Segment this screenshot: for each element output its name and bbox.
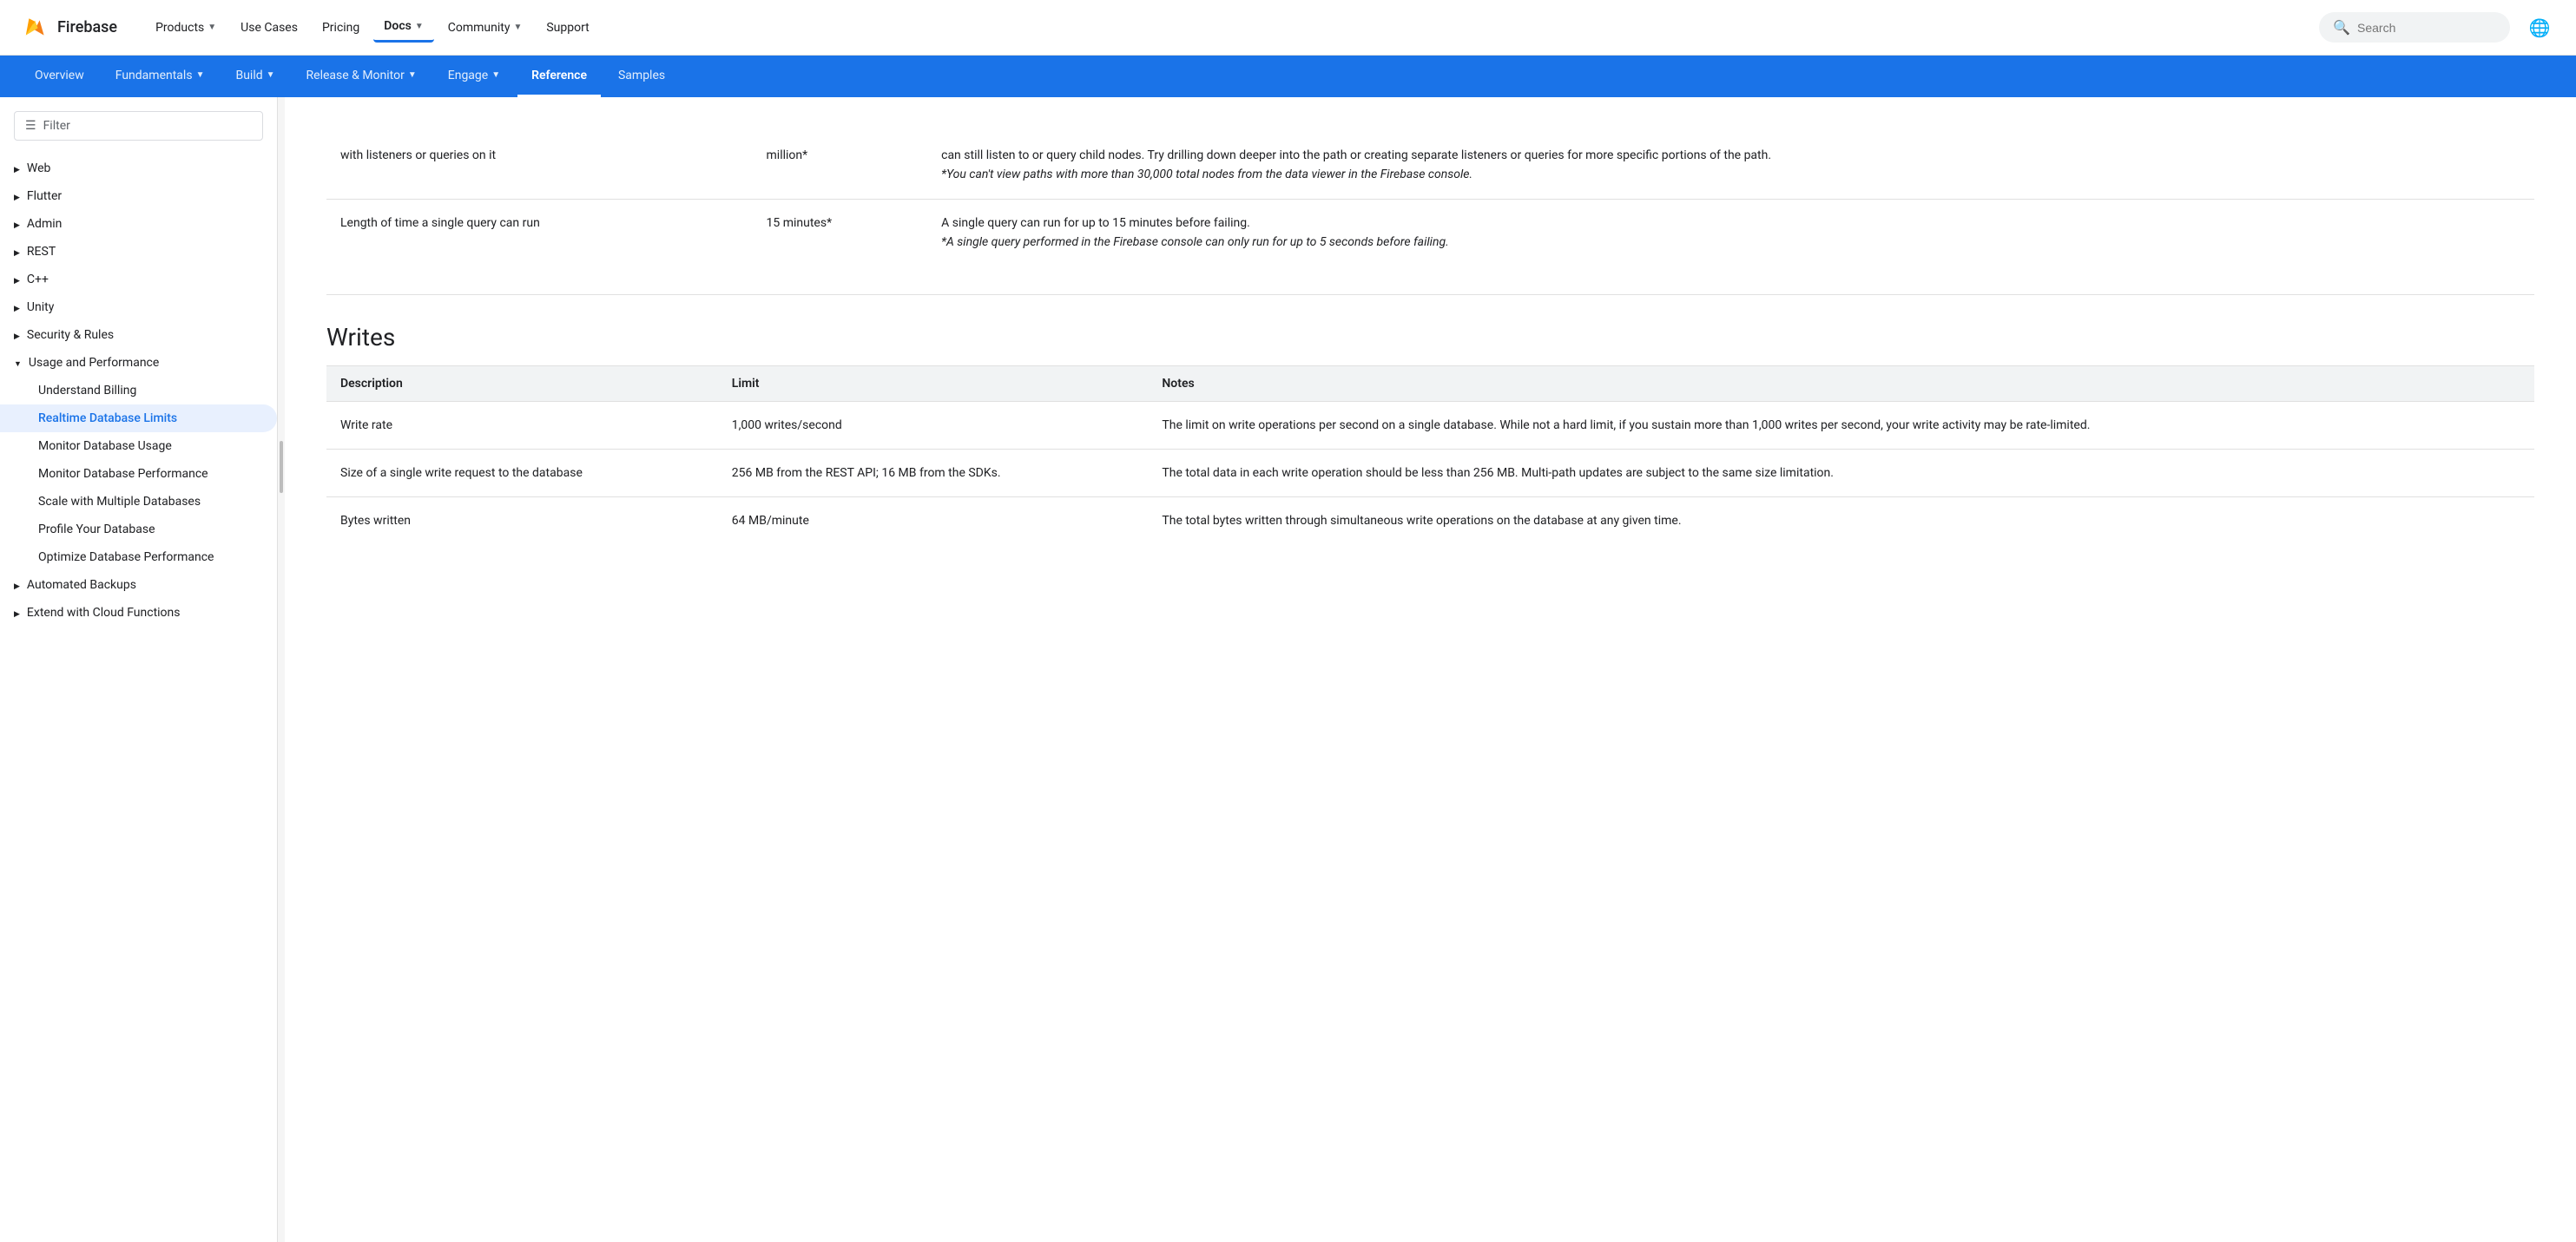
products-chevron-icon: ▼ bbox=[208, 23, 216, 32]
nav-pricing[interactable]: Pricing bbox=[312, 14, 370, 42]
writes-table: Description Limit Notes Write rate 1,000… bbox=[326, 365, 2534, 545]
cell-notes: The total bytes written through simultan… bbox=[1148, 497, 2534, 545]
engage-chevron-icon: ▼ bbox=[491, 70, 500, 80]
sec-nav-fundamentals[interactable]: Fundamentals ▼ bbox=[102, 56, 219, 97]
nav-products[interactable]: Products ▼ bbox=[145, 14, 227, 42]
nav-docs[interactable]: Docs ▼ bbox=[373, 12, 433, 43]
usage-chevron-icon bbox=[14, 356, 22, 370]
sidebar-item-automated-backups[interactable]: Automated Backups bbox=[0, 571, 277, 599]
filter-label: Filter bbox=[43, 119, 70, 133]
logo[interactable]: Firebase bbox=[21, 14, 117, 42]
col-header-limit: Limit bbox=[718, 365, 1149, 401]
fundamentals-chevron-icon: ▼ bbox=[196, 70, 205, 80]
filter-box[interactable]: ☰ Filter bbox=[14, 111, 263, 141]
sidebar-item-cloud-functions[interactable]: Extend with Cloud Functions bbox=[0, 599, 277, 627]
admin-chevron-icon bbox=[14, 217, 20, 231]
rest-chevron-icon bbox=[14, 245, 20, 259]
sidebar-scroll-thumb bbox=[280, 441, 283, 493]
docs-chevron-icon: ▼ bbox=[415, 22, 424, 31]
logo-text: Firebase bbox=[57, 18, 117, 36]
firebase-logo-icon bbox=[21, 14, 49, 42]
nav-use-cases[interactable]: Use Cases bbox=[230, 14, 308, 42]
cell-limit: 15 minutes* bbox=[753, 199, 928, 266]
cell-notes: The total data in each write operation s… bbox=[1148, 449, 2534, 496]
col-header-notes: Notes bbox=[1148, 365, 2534, 401]
cloud-functions-chevron-icon bbox=[14, 606, 20, 620]
section-divider bbox=[326, 294, 2534, 295]
sidebar-item-security[interactable]: Security & Rules bbox=[0, 321, 277, 349]
table-row: Bytes written 64 MB/minute The total byt… bbox=[326, 497, 2534, 545]
search-icon: 🔍 bbox=[2333, 19, 2350, 36]
table-row: Write rate 1,000 writes/second The limit… bbox=[326, 401, 2534, 449]
sidebar-sub-profile-db[interactable]: Profile Your Database bbox=[0, 516, 277, 543]
page-layout: ☰ Filter Web Flutter bbox=[0, 97, 2576, 1242]
nav-links: Products ▼ Use Cases Pricing Docs ▼ Comm… bbox=[145, 12, 2312, 43]
sidebar-scroll-area: ☰ Filter Web Flutter bbox=[0, 97, 285, 1242]
sec-nav-build[interactable]: Build ▼ bbox=[221, 56, 288, 97]
cell-limit: 64 MB/minute bbox=[718, 497, 1149, 545]
sidebar-sub-optimize-db[interactable]: Optimize Database Performance bbox=[0, 543, 277, 571]
sec-nav-reference[interactable]: Reference bbox=[517, 56, 601, 97]
sidebar-sub-monitor-performance[interactable]: Monitor Database Performance bbox=[0, 460, 277, 488]
security-chevron-icon bbox=[14, 328, 20, 342]
language-button[interactable]: 🌐 bbox=[2524, 12, 2555, 43]
release-chevron-icon: ▼ bbox=[408, 70, 417, 80]
sidebar-sub-understand-billing[interactable]: Understand Billing bbox=[0, 377, 277, 404]
sidebar-item-usage-performance[interactable]: Usage and Performance Understand Billing… bbox=[0, 349, 277, 571]
cell-description: Bytes written bbox=[326, 497, 718, 545]
table-row: Length of time a single query can run 15… bbox=[326, 199, 2534, 266]
search-input[interactable] bbox=[2357, 21, 2496, 35]
cell-notes: A single query can run for up to 15 minu… bbox=[927, 199, 2534, 266]
cell-description: Size of a single write request to the da… bbox=[326, 449, 718, 496]
table-header-row: Description Limit Notes bbox=[326, 365, 2534, 401]
prev-table: with listeners or queries on it million*… bbox=[326, 132, 2534, 266]
sidebar-tree: Web Flutter Admin bbox=[0, 154, 277, 627]
sec-nav-overview[interactable]: Overview bbox=[21, 56, 98, 97]
nav-community[interactable]: Community ▼ bbox=[438, 14, 533, 42]
build-chevron-icon: ▼ bbox=[267, 70, 275, 80]
table-row: with listeners or queries on it million*… bbox=[326, 132, 2534, 199]
sidebar-sub-monitor-usage[interactable]: Monitor Database Usage bbox=[0, 432, 277, 460]
search-box[interactable]: 🔍 bbox=[2319, 12, 2510, 43]
content-area: with listeners or queries on it million*… bbox=[285, 97, 2576, 594]
cpp-chevron-icon bbox=[14, 273, 20, 286]
cell-notes: The limit on write operations per second… bbox=[1148, 401, 2534, 449]
cell-description: Length of time a single query can run bbox=[326, 199, 753, 266]
cell-limit: million* bbox=[753, 132, 928, 199]
sidebar-item-unity[interactable]: Unity bbox=[0, 293, 277, 321]
cell-limit: 1,000 writes/second bbox=[718, 401, 1149, 449]
sidebar-scrollbar[interactable] bbox=[278, 97, 285, 1242]
cell-description: Write rate bbox=[326, 401, 718, 449]
filter-icon: ☰ bbox=[25, 119, 36, 133]
table-row: Size of a single write request to the da… bbox=[326, 449, 2534, 496]
community-chevron-icon: ▼ bbox=[513, 23, 522, 32]
cell-notes: can still listen to or query child nodes… bbox=[927, 132, 2534, 199]
secondary-nav: Overview Fundamentals ▼ Build ▼ Release … bbox=[0, 56, 2576, 97]
sec-nav-release-monitor[interactable]: Release & Monitor ▼ bbox=[293, 56, 431, 97]
top-nav: Firebase Products ▼ Use Cases Pricing Do… bbox=[0, 0, 2576, 56]
unity-chevron-icon bbox=[14, 300, 20, 314]
cell-limit: 256 MB from the REST API; 16 MB from the… bbox=[718, 449, 1149, 496]
sidebar-item-cpp[interactable]: C++ bbox=[0, 266, 277, 293]
sidebar-item-rest[interactable]: REST bbox=[0, 238, 277, 266]
sidebar: ☰ Filter Web Flutter bbox=[0, 97, 278, 1242]
usage-subtree: Understand Billing Realtime Database Lim… bbox=[0, 377, 277, 571]
flutter-chevron-icon bbox=[14, 189, 20, 203]
sidebar-sub-scale-multiple[interactable]: Scale with Multiple Databases bbox=[0, 488, 277, 516]
writes-section-title: Writes bbox=[326, 323, 2534, 352]
nav-support[interactable]: Support bbox=[536, 14, 599, 42]
sec-nav-samples[interactable]: Samples bbox=[604, 56, 679, 97]
cell-description: with listeners or queries on it bbox=[326, 132, 753, 199]
sidebar-item-admin[interactable]: Admin bbox=[0, 210, 277, 238]
sidebar-item-flutter[interactable]: Flutter bbox=[0, 182, 277, 210]
main-content: with listeners or queries on it million*… bbox=[285, 97, 2576, 1242]
col-header-description: Description bbox=[326, 365, 718, 401]
backups-chevron-icon bbox=[14, 578, 20, 592]
web-chevron-icon bbox=[14, 161, 20, 175]
sidebar-sub-realtime-db-limits[interactable]: Realtime Database Limits bbox=[0, 404, 277, 432]
sidebar-item-web[interactable]: Web bbox=[0, 154, 277, 182]
sec-nav-engage[interactable]: Engage ▼ bbox=[434, 56, 514, 97]
